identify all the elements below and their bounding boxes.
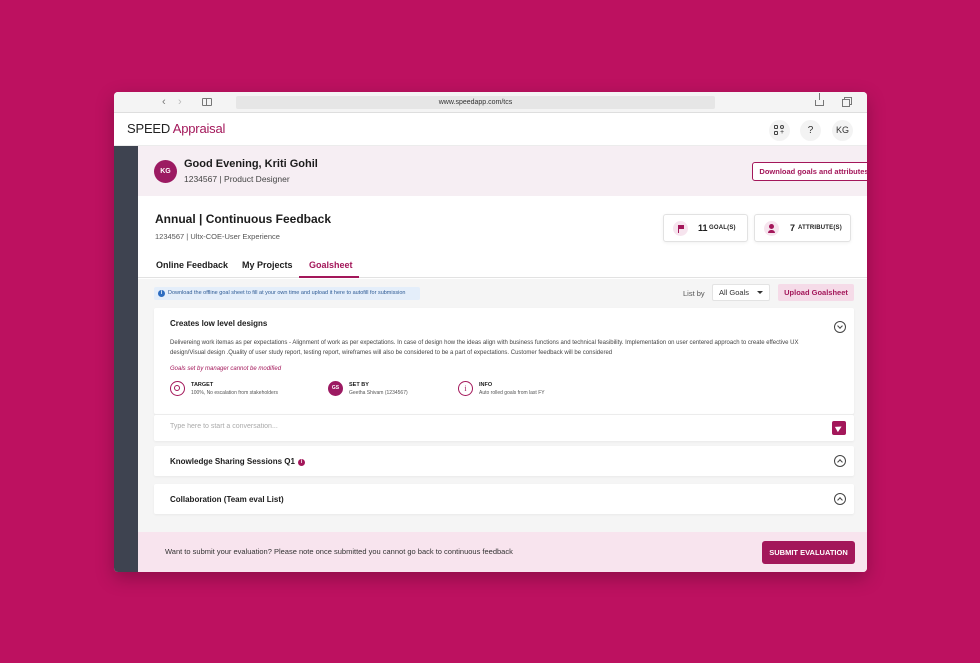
attributes-count: 7 (790, 223, 796, 233)
brand-appraisal: Appraisal (172, 121, 226, 136)
info-icon: i (458, 381, 473, 396)
left-rail (114, 146, 138, 572)
share-icon[interactable] (815, 93, 824, 106)
goal-card: Creates low level designs Delivereing wo… (154, 308, 854, 414)
greeting-title: Good Evening, Kriti Gohil (184, 158, 318, 170)
goal-card[interactable]: Collaboration (Team eval List) (154, 484, 854, 514)
flag-icon (673, 221, 688, 236)
greeting-subtitle: 1234567 | Product Designer (184, 174, 290, 184)
sidebar-toggle-icon[interactable] (202, 98, 212, 106)
info-dot-icon: i (158, 290, 165, 297)
target-label: TARGET (191, 382, 214, 388)
goal-title: Knowledge Sharing Sessions Q1 i (170, 457, 305, 466)
brand-speed: SPEED (127, 121, 171, 136)
set-by-value: Geetha Shivam (1234567) (349, 390, 408, 396)
download-goals-button[interactable]: Download goals and attributes (752, 162, 867, 181)
goal-warning: Goals set by manager cannot be modified (170, 366, 282, 372)
set-by-label: SET BY (349, 382, 369, 388)
submit-message: Want to submit your evaluation? Please n… (165, 547, 513, 556)
person-icon (764, 221, 779, 236)
expand-chevron-icon[interactable] (834, 455, 846, 467)
active-tab-indicator (299, 276, 359, 278)
goal-description: Delivereing work itemas as per expectati… (170, 340, 799, 356)
tab-online-feedback[interactable]: Online Feedback (156, 260, 228, 270)
browser-window: ‹ › www.speedapp.com/tcs SPEED Appraisal… (114, 92, 867, 572)
goal-title-text: Knowledge Sharing Sessions Q1 (170, 457, 295, 466)
info-value: Auto rolled goals from last FY (479, 390, 545, 396)
browser-toolbar: ‹ › www.speedapp.com/tcs (114, 92, 867, 113)
user-avatar[interactable]: KG (832, 120, 853, 141)
info-badge-icon[interactable]: i (297, 459, 305, 466)
send-icon[interactable] (832, 421, 846, 435)
info-banner: i Download the offline goal sheet to fil… (154, 287, 420, 300)
info-label: INFO (479, 382, 493, 388)
help-button[interactable]: ? (800, 120, 821, 141)
tab-bar: Online Feedback My Projects Goalsheet (138, 255, 867, 278)
attributes-count-card[interactable]: 7 ATTRIBUTE(S) (754, 214, 851, 242)
list-by-label: List by (683, 289, 705, 298)
greeting-bar: KG Good Evening, Kriti Gohil 1234567 | P… (138, 146, 867, 196)
upload-goalsheet-button[interactable]: Upload Goalsheet (778, 284, 854, 301)
chevron-down-icon (757, 291, 763, 294)
goals-count-card[interactable]: 11 GOAL(S) (663, 214, 748, 242)
back-icon[interactable]: ‹ (162, 96, 166, 108)
brand-logo[interactable]: SPEED Appraisal (127, 121, 225, 137)
app-header: SPEED Appraisal + ? KG (114, 113, 867, 146)
tab-my-projects[interactable]: My Projects (242, 260, 293, 270)
submit-footer: Want to submit your evaluation? Please n… (138, 532, 867, 572)
forward-icon[interactable]: › (178, 96, 182, 108)
goals-count: 11 (698, 223, 708, 233)
goals-label: GOAL(S) (709, 225, 736, 231)
list-by-select[interactable]: All Goals (712, 284, 770, 301)
greeting-avatar: KG (154, 160, 177, 183)
list-by-value: All Goals (719, 288, 750, 297)
collapse-chevron-icon[interactable] (834, 321, 846, 333)
submit-evaluation-button[interactable]: SUBMIT EVALUATION (762, 541, 855, 564)
expand-chevron-icon[interactable] (834, 493, 846, 505)
info-banner-text: Download the offline goal sheet to fill … (168, 290, 406, 296)
goal-card[interactable]: Knowledge Sharing Sessions Q1 i (154, 446, 854, 476)
tab-goalsheet[interactable]: Goalsheet (309, 260, 353, 270)
target-value: 100%, No escalation from stakeholders (191, 390, 278, 396)
url-bar[interactable]: www.speedapp.com/tcs (236, 96, 715, 109)
target-icon (170, 381, 185, 396)
apps-add-icon[interactable]: + (769, 120, 790, 141)
conversation-box (154, 415, 854, 441)
set-by-avatar: GS (328, 381, 343, 396)
goal-title: Creates low level designs (170, 319, 268, 328)
page-title: Annual | Continuous Feedback (155, 212, 332, 226)
page-subtitle: 1234567 | Ultx-COE-User Experience (155, 232, 280, 241)
goal-title: Collaboration (Team eval List) (170, 495, 284, 504)
goalsheet-panel: i Download the offline goal sheet to fil… (138, 279, 867, 532)
attributes-label: ATTRIBUTE(S) (798, 225, 842, 231)
conversation-input[interactable] (170, 423, 810, 430)
tabs-overview-icon[interactable] (842, 97, 852, 107)
